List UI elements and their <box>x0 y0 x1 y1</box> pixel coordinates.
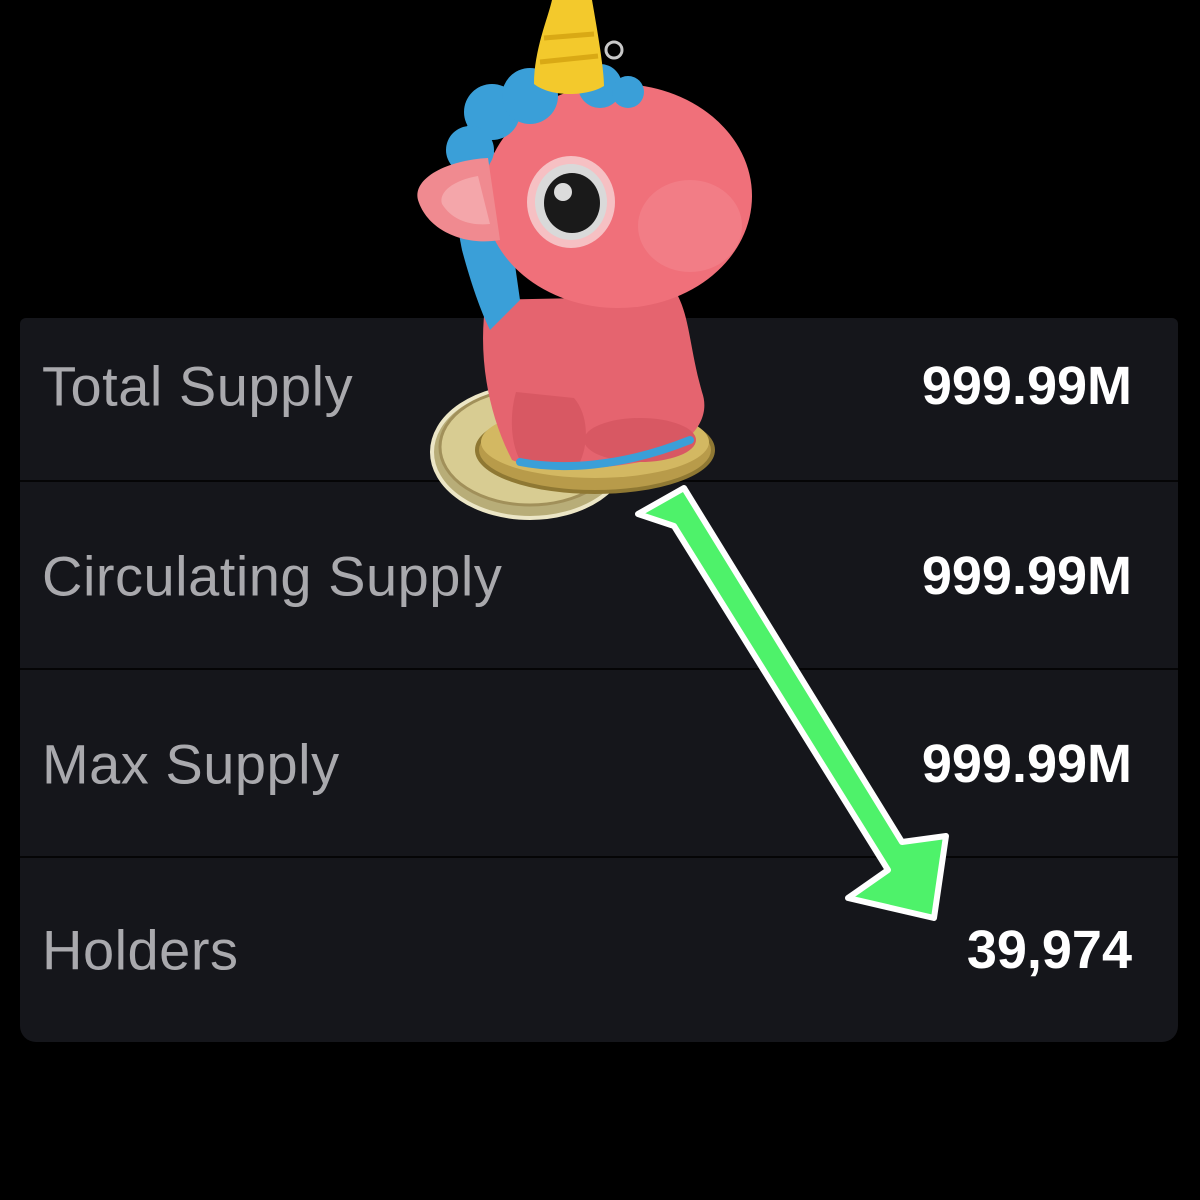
max-supply-value: 999.99M <box>921 734 1132 794</box>
stat-row-holders: Holders 39,974 <box>20 858 1178 1042</box>
total-supply-value: 999.99M <box>921 356 1132 416</box>
circulating-supply-label: Circulating Supply <box>42 544 503 608</box>
holders-value: 39,974 <box>966 920 1132 980</box>
holders-label: Holders <box>42 918 239 982</box>
total-supply-label: Total Supply <box>42 354 354 418</box>
stat-row-circulating-supply: Circulating Supply 999.99M <box>20 482 1178 668</box>
stat-row-max-supply: Max Supply 999.99M <box>20 670 1178 856</box>
token-stats-panel: Total Supply 999.99M Circulating Supply … <box>20 318 1178 1042</box>
max-supply-label: Max Supply <box>42 732 340 796</box>
stat-row-total-supply: Total Supply 999.99M <box>20 318 1178 480</box>
circulating-supply-value: 999.99M <box>921 546 1132 606</box>
